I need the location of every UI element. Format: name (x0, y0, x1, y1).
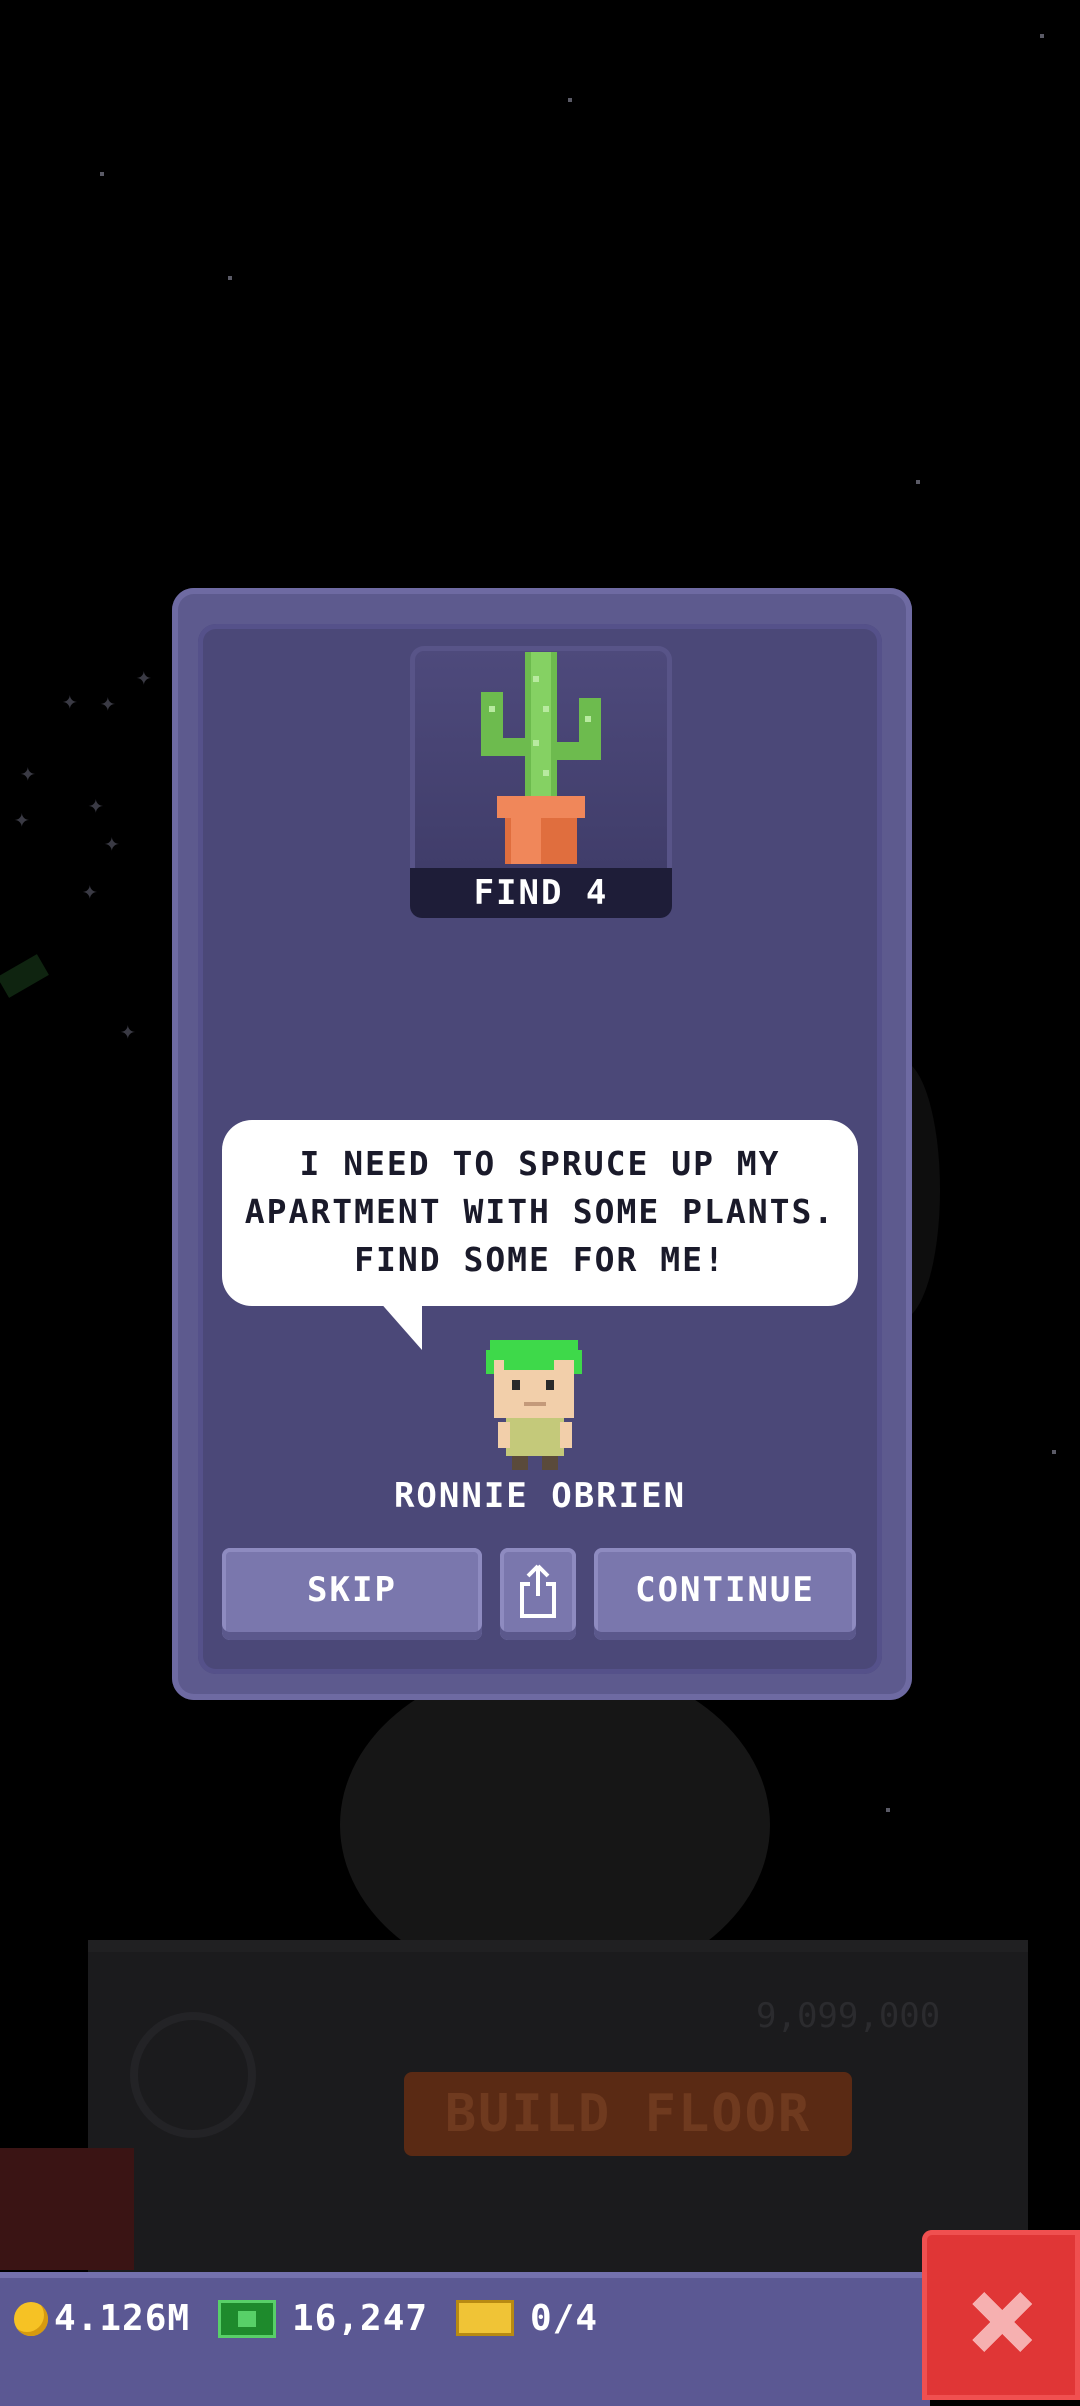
coin-icon (14, 2302, 48, 2336)
speech-bubble: I NEED TO SPRUCE UP MY APARTMENT WITH SO… (222, 1120, 858, 1306)
close-icon (972, 2292, 1032, 2352)
star (1040, 34, 1044, 38)
star (100, 172, 104, 176)
star (228, 276, 232, 280)
build-floor-button: BUILD FLOOR (404, 2072, 852, 2156)
coins-count: 4.126M (54, 2298, 191, 2339)
sparkle: ✦ (14, 804, 30, 834)
skip-button[interactable]: SKIP (222, 1548, 482, 1640)
share-icon (520, 1564, 556, 1618)
star (568, 98, 572, 102)
sparkle: ✦ (136, 662, 152, 692)
close-button[interactable] (922, 2230, 1080, 2400)
tickets-count: 0/4 (530, 2298, 599, 2339)
floor-price: 9,099,000 (756, 1996, 941, 2036)
elevator-button (0, 2148, 134, 2270)
star (1052, 1450, 1056, 1454)
sparkle: ✦ (120, 1016, 136, 1046)
star (886, 1808, 890, 1812)
falling-cash (0, 954, 49, 998)
star (916, 480, 920, 484)
sparkle: ✦ (62, 686, 78, 716)
sparkle: ✦ (104, 828, 120, 858)
sparkle: ✦ (100, 688, 116, 718)
ticket-icon (456, 2300, 514, 2336)
character-avatar (486, 1340, 582, 1470)
bux-icon (218, 2300, 276, 2338)
sparkle: ✦ (82, 876, 98, 906)
sparkle: ✦ (20, 758, 36, 788)
speech-bubble-tail (378, 1300, 422, 1350)
quest-item-card: FIND 4 (410, 646, 672, 918)
speech-text: I NEED TO SPRUCE UP MY APARTMENT WITH SO… (244, 1144, 836, 1279)
bux-count: 16,247 (292, 2298, 429, 2339)
share-button[interactable] (500, 1548, 576, 1640)
wheel-decoration (130, 2012, 256, 2138)
cactus-icon (481, 652, 601, 864)
find-count-label: FIND 4 (410, 868, 672, 918)
sparkle: ✦ (88, 790, 104, 820)
continue-button[interactable]: CONTINUE (594, 1548, 856, 1640)
character-name: RONNIE OBRIEN (393, 1476, 687, 1516)
